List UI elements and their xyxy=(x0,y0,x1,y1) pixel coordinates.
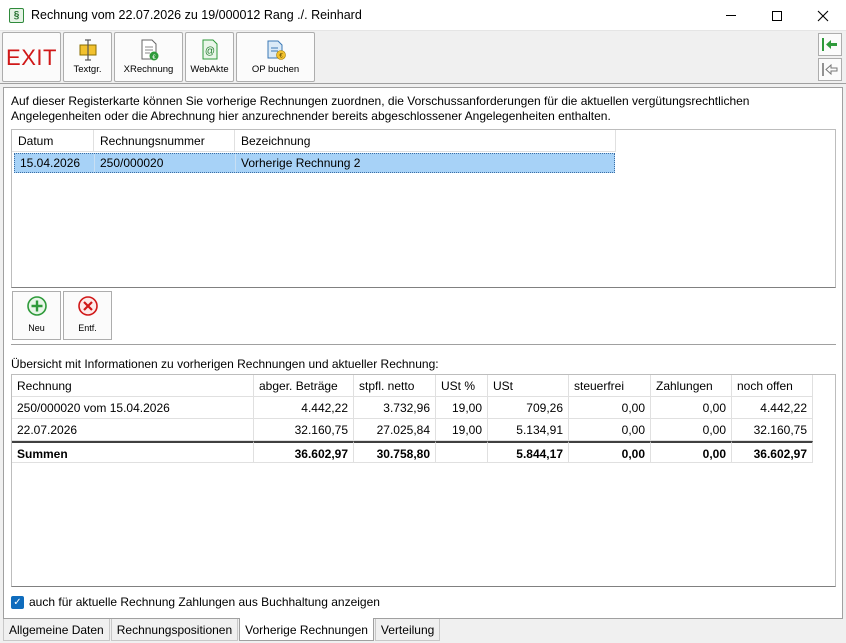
section-divider xyxy=(11,344,836,345)
cell-datum: 15.04.2026 xyxy=(15,154,95,172)
cell-ust: 709,26 xyxy=(488,397,569,419)
column-header-rechnungsnummer[interactable]: Rechnungsnummer xyxy=(94,130,235,152)
cell-sum-zahlungen: 0,00 xyxy=(651,441,732,463)
cell-sum-steuerfrei: 0,00 xyxy=(569,441,651,463)
xrechnung-button[interactable]: € XRechnung xyxy=(114,32,183,82)
cell-bezeichnung: Vorherige Rechnung 2 xyxy=(241,156,361,170)
minimize-button[interactable] xyxy=(708,0,754,31)
cell-noch-offen: 32.160,75 xyxy=(732,419,813,441)
sum-row: Summen 36.602,97 30.758,80 5.844,17 0,00… xyxy=(12,441,813,465)
minimize-icon xyxy=(726,15,736,16)
cell-zahlungen: 0,00 xyxy=(651,419,732,441)
webakte-icon: @ xyxy=(202,39,217,60)
cell-sum-ust-prozent xyxy=(436,441,488,463)
cell-steuerfrei: 0,00 xyxy=(569,397,651,419)
cell-rechnung: 250/000020 vom 15.04.2026 xyxy=(12,397,254,419)
table-row[interactable]: 22.07.2026 32.160,75 27.025,84 19,00 5.1… xyxy=(12,419,813,441)
xrechnung-document-icon: € xyxy=(141,39,158,61)
tab-verteilung[interactable]: Verteilung xyxy=(374,619,441,641)
new-button[interactable]: Neu xyxy=(12,291,61,340)
textgr-label: Textgr. xyxy=(73,64,102,75)
exit-label: EXIT xyxy=(6,45,57,70)
cell-ust-prozent: 19,00 xyxy=(436,397,488,419)
cell-summen-label: Summen xyxy=(12,441,254,463)
op-buchen-label: OP buchen xyxy=(251,64,300,75)
zahlungen-checkbox-label[interactable]: auch für aktuelle Rechnung Zahlungen aus… xyxy=(29,595,380,609)
cell-rechnungsnummer: 250/000020 xyxy=(95,154,236,172)
column-header-datum[interactable]: Datum xyxy=(12,130,94,152)
close-icon xyxy=(817,10,829,21)
bottom-tabs: Allgemeine Daten Rechnungspositionen Vor… xyxy=(3,618,441,641)
column-header-stpfl-netto[interactable]: stpfl. netto xyxy=(354,375,436,397)
cell-abger-betraege: 32.160,75 xyxy=(254,419,354,441)
cell-sum-stpfl-netto: 30.758,80 xyxy=(354,441,436,463)
tab-vorherige-rechnungen[interactable]: Vorherige Rechnungen xyxy=(239,618,374,641)
cell-zahlungen: 0,00 xyxy=(651,397,732,419)
nav-in-button[interactable] xyxy=(818,33,842,56)
overview-title: Übersicht mit Informationen zu vorherige… xyxy=(11,357,439,371)
arrow-left-green-icon xyxy=(822,38,837,51)
arrow-left-gray-icon xyxy=(822,63,838,76)
svg-text:@: @ xyxy=(204,46,214,57)
close-button[interactable] xyxy=(800,0,846,31)
column-header-noch-offen[interactable]: noch offen xyxy=(732,375,813,397)
title-bar: § Rechnung vom 22.07.2026 zu 19/000012 R… xyxy=(0,0,846,31)
cell-stpfl-netto: 27.025,84 xyxy=(354,419,436,441)
op-book-icon: € xyxy=(267,40,286,60)
cell-stpfl-netto: 3.732,96 xyxy=(354,397,436,419)
tab-rechnungspositionen[interactable]: Rechnungspositionen xyxy=(110,619,239,641)
new-label: Neu xyxy=(28,323,45,333)
overview-header-row: Rechnung abger. Beträge stpfl. netto USt… xyxy=(12,375,813,397)
previous-invoices-list[interactable]: Datum Rechnungsnummer Bezeichnung 15.04.… xyxy=(11,129,836,288)
cell-sum-noch-offen: 36.602,97 xyxy=(732,441,813,463)
tab-allgemeine-daten[interactable]: Allgemeine Daten xyxy=(3,619,110,641)
list-header: Datum Rechnungsnummer Bezeichnung xyxy=(12,130,616,152)
intro-text: Auf dieser Registerkarte können Sie vorh… xyxy=(11,94,750,123)
column-header-zahlungen[interactable]: Zahlungen xyxy=(651,375,732,397)
list-item[interactable]: 15.04.2026 250/000020 Vorherige Rechnung… xyxy=(14,153,615,173)
maximize-icon xyxy=(772,10,782,21)
column-header-ust[interactable]: USt xyxy=(488,375,569,397)
exit-button[interactable]: EXIT xyxy=(2,32,61,82)
cell-noch-offen: 4.442,22 xyxy=(732,397,813,419)
remove-label: Entf. xyxy=(78,323,97,333)
op-buchen-button[interactable]: € OP buchen xyxy=(236,32,315,82)
app-icon: § xyxy=(9,8,24,23)
xrechnung-label: XRechnung xyxy=(123,64,174,75)
zahlungen-checkbox[interactable]: ✓ xyxy=(11,595,24,609)
maximize-button[interactable] xyxy=(754,0,800,31)
text-block-icon xyxy=(79,39,96,61)
cell-ust-prozent: 19,00 xyxy=(436,419,488,441)
overview-table[interactable]: Rechnung abger. Beträge stpfl. netto USt… xyxy=(11,374,836,587)
column-header-abger-betraege[interactable]: abger. Beträge xyxy=(254,375,354,397)
window-title: Rechnung vom 22.07.2026 zu 19/000012 Ran… xyxy=(31,8,362,22)
remove-circle-icon xyxy=(77,296,98,316)
zahlungen-checkbox-row[interactable]: ✓ auch für aktuelle Rechnung Zahlungen a… xyxy=(11,595,380,609)
cell-steuerfrei: 0,00 xyxy=(569,419,651,441)
table-row[interactable]: 250/000020 vom 15.04.2026 4.442,22 3.732… xyxy=(12,397,813,419)
vorherige-rechnungen-panel: Auf dieser Registerkarte können Sie vorh… xyxy=(3,87,843,619)
column-header-bezeichnung[interactable]: Bezeichnung xyxy=(235,130,616,152)
column-header-ust-prozent[interactable]: USt % xyxy=(436,375,488,397)
column-header-rechnung[interactable]: Rechnung xyxy=(12,375,254,397)
nav-out-button[interactable] xyxy=(818,58,842,81)
cell-sum-abger-betraege: 36.602,97 xyxy=(254,441,354,463)
webakte-label: WebAkte xyxy=(190,64,229,75)
plus-circle-icon xyxy=(26,296,47,316)
column-header-steuerfrei[interactable]: steuerfrei xyxy=(569,375,651,397)
cell-ust: 5.134,91 xyxy=(488,419,569,441)
remove-button[interactable]: Entf. xyxy=(63,291,112,340)
textgr-button[interactable]: Textgr. xyxy=(63,32,112,82)
cell-rechnung: 22.07.2026 xyxy=(12,419,254,441)
cell-abger-betraege: 4.442,22 xyxy=(254,397,354,419)
toolbar: EXIT Textgr. € XRechnung @ WebAkte € OP … xyxy=(0,31,846,84)
cell-sum-ust: 5.844,17 xyxy=(488,441,569,463)
webakte-button[interactable]: @ WebAkte xyxy=(185,32,234,82)
